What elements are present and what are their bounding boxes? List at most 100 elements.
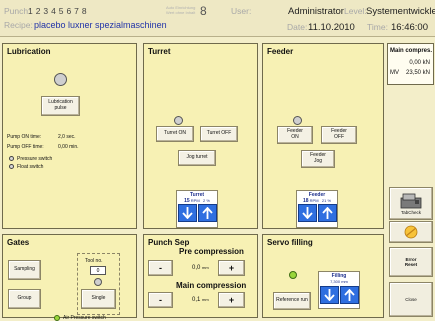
feeder-panel: Feeder Feeder ON Feeder OFF Feeder Jog Feed… [262,43,384,229]
recipe-label: Recipe: [4,20,33,30]
feeder-speed-up-button[interactable] [318,204,337,222]
feeder-on-button[interactable]: Feeder ON [277,126,313,144]
feeder-off-line2: OFF [334,134,344,140]
recipe-value: placebo luxner spezialmaschinen [34,20,167,30]
pressure-switch-label: Pressure switch [17,156,53,162]
punch-sep-title: Punch Sep [148,238,190,247]
punch-label: Punch: [4,6,31,16]
lubrication-pulse-line2: pulse [54,105,67,111]
feeder-title: Feeder [267,47,294,56]
pump-off-label: Pump OFF time: [7,144,44,150]
error-reset-button[interactable]: Error Reset [389,247,433,277]
arrow-up-icon [322,207,333,219]
date-label: Date: [287,22,308,32]
mv-label: MV [390,70,399,76]
lubrication-pulse-button[interactable]: Lubrication pulse [41,96,80,116]
feeder-speed-down-button[interactable] [298,204,317,222]
lubrication-panel: Lubrication Lubrication pulse Pump ON tim… [2,43,137,229]
filling-value: 7,300 mm [330,279,348,284]
main-compression-adjust-title: Main compression [176,281,247,290]
pump-on-value: 2,0 sec. [58,134,76,140]
reference-run-button[interactable]: Reference run [273,292,311,310]
tool-number-input[interactable]: 0 [90,266,106,275]
punch-value: 1 2 3 4 5 6 7 8 [28,6,87,16]
feeder-jog-button[interactable]: Feeder Jog [301,150,335,168]
user-value: Administrator [288,6,344,17]
filling-up-button[interactable] [340,286,359,304]
pre-compression-value: 0,0 mm [192,265,209,271]
time-value: 16:46:00 [391,22,428,33]
main-compression-title: Main compres. [390,48,433,54]
servo-status-lamp [289,271,297,279]
counter-value: 8 [200,4,207,18]
light-button[interactable] [389,221,433,243]
main-compression-adjust-value: 0,1 mm [192,297,209,303]
filling-down-button[interactable] [320,286,339,304]
turret-off-button[interactable]: Turret OFF [200,126,238,142]
feeder-on-line2: ON [291,134,299,140]
close-button[interactable]: Close [389,282,433,317]
turret-on-button[interactable]: Turret ON [156,126,194,142]
pump-off-value: 0,00 min. [58,144,79,150]
tabcheck-button[interactable]: TabCheck [389,187,433,220]
turret-speed-box: Turret 15 RPM 2 % [176,190,218,228]
sampling-button[interactable]: Sampling [8,260,41,280]
pre-compression-number: 0,0 [192,265,201,271]
feeder-speed-percent: 21 % [321,198,332,203]
tool-lamp [94,278,102,286]
main-compression-plus-button[interactable]: + [218,292,245,308]
servo-filling-panel: Servo filling Reference run Filling 7,30… [262,234,384,318]
pre-compression-title: Pre compression [179,247,244,256]
group-button[interactable]: Group [8,289,41,309]
feeder-jog-line2: Jog [313,158,323,164]
punch-sep-panel: Punch Sep Pre compression - 0,0 mm + Mai… [143,234,258,318]
time-label: Time: [367,22,388,32]
turret-speed-down-button[interactable] [178,204,197,222]
pressure-switch-indicator [9,156,14,161]
tablet-tester-icon [400,193,422,209]
level-value: Systementwickler [366,6,435,17]
main-compression-box: Main compres. 0,00 kN MV 23,50 kN [387,43,434,85]
tabcheck-label: TabCheck [400,210,421,215]
date-value: 11.10.2010 [308,22,355,33]
tool-label: Tool no. [85,258,103,264]
user-label: User: [231,6,252,16]
arrow-down-icon [182,207,193,219]
pre-compression-unit: mm [202,265,209,270]
float-switch-indicator [9,164,14,169]
lamp-icon [404,225,418,239]
status-bar: Punch: 1 2 3 4 5 6 7 8 Recipe: placebo l… [0,0,435,37]
turret-speed-up-button[interactable] [198,204,217,222]
turret-panel: Turret Turret ON Turret OFF Jog turret T… [143,43,258,229]
feeder-lamp [293,116,302,125]
lubrication-title: Lubrication [7,47,51,56]
gates-panel: Gates Sampling Group Tool no. 0 Single A… [2,234,137,321]
small-label-2: Wert ohne Inhalt [166,10,196,15]
turret-lamp [174,116,183,125]
mv-value: 23,50 kN [405,70,430,76]
lubrication-lamp [54,73,67,86]
float-switch-label: Float switch [17,164,44,170]
main-compression-number: 0,1 [192,297,201,303]
single-button[interactable]: Single [81,289,116,309]
level-label: Level: [344,6,367,16]
arrow-up-icon [344,289,355,301]
arrow-up-icon [202,207,213,219]
air-pressure-label: Air Pressure switch [63,315,106,321]
main-compression-unit: mm [202,297,209,302]
arrow-down-icon [324,289,335,301]
filling-box: Filling 7,300 mm [318,271,360,309]
main-compression-value: 0,00 kN [409,60,430,66]
turret-speed-percent: 2 % [203,198,210,203]
feeder-off-button[interactable]: Feeder OFF [321,126,357,144]
error-reset-line2: Reset [404,262,418,267]
jog-turret-button[interactable]: Jog turret [178,150,216,166]
pre-compression-minus-button[interactable]: - [148,260,173,276]
servo-filling-title: Servo filling [267,238,313,247]
main-compression-minus-button[interactable]: - [148,292,173,308]
pump-on-label: Pump ON time: [7,134,42,140]
turret-title: Turret [148,47,171,56]
pre-compression-plus-button[interactable]: + [218,260,245,276]
arrow-down-icon [302,207,313,219]
gates-title: Gates [7,238,30,247]
